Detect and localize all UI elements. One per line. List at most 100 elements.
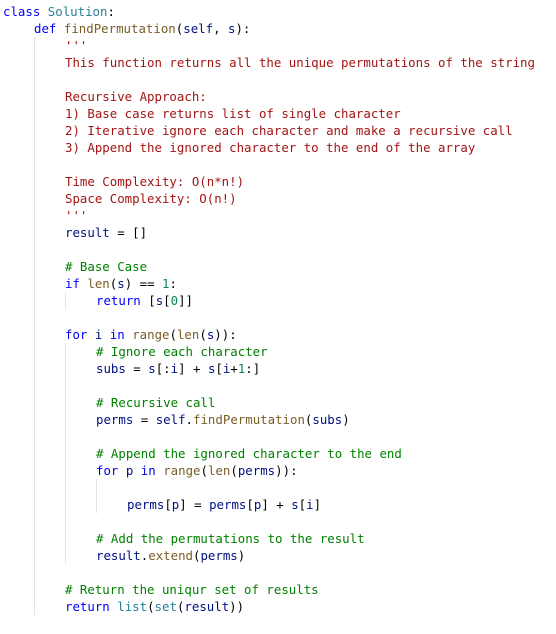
code-token: ] <box>313 497 322 512</box>
code-line[interactable] <box>0 241 556 258</box>
code-line[interactable]: 1) Base case returns list of single char… <box>0 105 556 122</box>
code-token: ) <box>237 548 246 563</box>
code-line[interactable]: This function returns all the unique per… <box>0 54 556 71</box>
code-token: + <box>230 361 238 376</box>
indent-guide <box>65 394 66 411</box>
code-line[interactable]: for p in range(len(perms)): <box>0 462 556 479</box>
code-token: subs <box>96 361 126 376</box>
code-line-text: This function returns all the unique per… <box>65 54 535 71</box>
code-line[interactable]: # Return the uniqur set of results <box>0 581 556 598</box>
code-line[interactable]: ''' <box>0 37 556 54</box>
code-line[interactable] <box>0 479 556 496</box>
indent-guide <box>34 258 35 275</box>
code-token: perms <box>200 548 238 563</box>
code-line[interactable]: for i in range(len(s)): <box>0 326 556 343</box>
code-token: , <box>213 21 228 36</box>
code-token: [ <box>164 497 172 512</box>
code-line[interactable]: Space Complexity: O(n!) <box>0 190 556 207</box>
code-line-text: # Return the uniqur set of results <box>65 581 319 598</box>
indent-guide <box>34 343 35 360</box>
code-token: : <box>229 327 237 342</box>
code-token: ''' <box>65 208 88 223</box>
code-line[interactable]: # Base Case <box>0 258 556 275</box>
code-line[interactable]: ''' <box>0 207 556 224</box>
code-line[interactable]: return list(set(result)) <box>0 598 556 615</box>
code-line[interactable] <box>0 156 556 173</box>
code-line-text: Space Complexity: O(n!) <box>65 190 237 207</box>
code-line[interactable]: # Append the ignored character to the en… <box>0 445 556 462</box>
indent-guide <box>65 445 66 462</box>
code-token: for <box>65 327 88 342</box>
code-token: result <box>96 548 141 563</box>
code-line[interactable]: # Ignore each character <box>0 343 556 360</box>
indent-guide <box>96 496 97 513</box>
code-line[interactable]: if len(s) == 1: <box>0 275 556 292</box>
indent-guide <box>34 394 35 411</box>
code-token: in <box>109 327 125 342</box>
code-line[interactable]: Recursive Approach: <box>0 88 556 105</box>
code-token: [ <box>215 361 223 376</box>
code-line[interactable]: subs = s[:i] + s[i+1:] <box>0 360 556 377</box>
indent-guide <box>65 547 66 564</box>
code-token: ] + <box>178 361 208 376</box>
code-line[interactable]: 3) Append the ignored character to the e… <box>0 139 556 156</box>
indent-guide <box>34 224 35 241</box>
indent-guide <box>34 190 35 207</box>
code-line-text: ''' <box>65 37 87 54</box>
code-line[interactable] <box>0 513 556 530</box>
indent-guide <box>34 564 35 581</box>
code-line[interactable]: Time Complexity: O(n*n!) <box>0 173 556 190</box>
code-line[interactable] <box>0 564 556 581</box>
indent-guide <box>34 462 35 479</box>
code-token: # Ignore each character <box>96 344 268 359</box>
code-token: for <box>96 463 119 478</box>
indent-guide <box>65 343 66 360</box>
code-line[interactable]: result.extend(perms) <box>0 547 556 564</box>
code-token: Space Complexity: O(n!) <box>65 191 237 206</box>
indent-guide <box>34 530 35 547</box>
indent-guide <box>34 207 35 224</box>
indent-guide <box>65 462 66 479</box>
code-token: ]] <box>178 293 194 308</box>
code-line-text: 3) Append the ignored character to the e… <box>65 139 475 156</box>
code-token: perms <box>209 497 247 512</box>
code-token: self <box>155 412 186 427</box>
code-line[interactable] <box>0 377 556 394</box>
code-token: ] = <box>179 497 210 512</box>
code-line[interactable]: result = [] <box>0 224 556 241</box>
code-line[interactable]: def findPermutation(self, s): <box>0 20 556 37</box>
indent-guide <box>34 173 35 190</box>
code-token: : <box>107 4 115 19</box>
indent-guide <box>34 275 35 292</box>
code-line[interactable] <box>0 71 556 88</box>
code-token: # Return the uniqur set of results <box>65 582 319 597</box>
code-line[interactable]: 2) Iterative ignore each character and m… <box>0 122 556 139</box>
code-token: [ <box>140 293 156 308</box>
code-line[interactable] <box>0 309 556 326</box>
code-line[interactable]: # Recursive call <box>0 394 556 411</box>
code-token: # Base Case <box>65 259 148 274</box>
code-token: # Add the permutations to the result <box>96 531 365 546</box>
code-line[interactable] <box>0 428 556 445</box>
code-editor[interactable]: class Solution: def findPermutation(self,… <box>0 0 556 634</box>
indent-guide <box>65 513 66 530</box>
code-token: ( <box>230 463 238 478</box>
indent-guide <box>34 309 35 326</box>
code-line[interactable]: # Add the permutations to the result <box>0 530 556 547</box>
code-line[interactable]: class Solution: <box>0 3 556 20</box>
indent-guide <box>65 496 66 513</box>
code-line[interactable]: perms[p] = perms[p] + s[i] <box>0 496 556 513</box>
code-line[interactable]: return [s[0]] <box>0 292 556 309</box>
code-token: 1 <box>162 276 170 291</box>
code-line-text: return [s[0]] <box>96 292 193 309</box>
code-line-text: if len(s) == 1: <box>65 275 177 292</box>
indent-guide <box>65 428 66 445</box>
code-line[interactable]: perms = self.findPermutation(subs) <box>0 411 556 428</box>
code-token: [ <box>163 293 171 308</box>
code-line-text: for p in range(len(perms)): <box>96 462 298 479</box>
code-token: def <box>34 21 57 36</box>
